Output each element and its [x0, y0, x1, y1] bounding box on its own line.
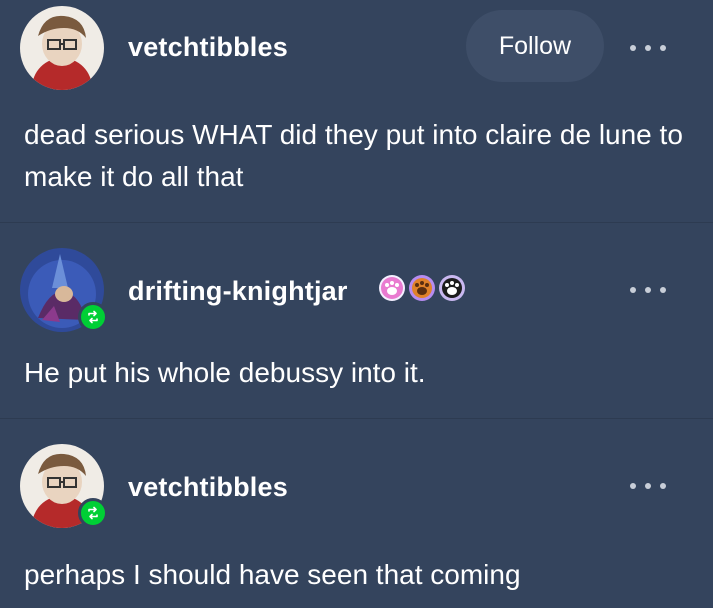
orange-paw-badge — [409, 275, 435, 301]
pink-paw-badge — [379, 275, 405, 301]
more-options-icon[interactable] — [626, 474, 670, 498]
username[interactable]: vetchtibbles — [128, 472, 288, 503]
reblog-icon — [78, 498, 108, 528]
post-text: perhaps I should have seen that coming — [24, 559, 521, 590]
black-paw-badge — [439, 275, 465, 301]
username[interactable]: drifting-knightjar — [128, 276, 348, 307]
post-text: dead serious WHAT did they put into clai… — [24, 119, 683, 192]
more-options-icon[interactable] — [626, 36, 670, 60]
reblog-icon — [78, 302, 108, 332]
username[interactable]: vetchtibbles — [128, 32, 288, 63]
post-reblog: vetchtibbles perhaps I should have seen … — [0, 418, 713, 608]
more-options-icon[interactable] — [626, 278, 670, 302]
post-original: vetchtibbles Follow dead serious WHAT di… — [0, 0, 713, 222]
avatar[interactable] — [20, 6, 104, 90]
avatar-image — [20, 6, 104, 90]
post-reblog: drifting-knightjar He put his whole debu… — [0, 222, 713, 418]
post-text: He put his whole debussy into it. — [24, 357, 426, 388]
follow-button[interactable]: Follow — [466, 10, 604, 82]
